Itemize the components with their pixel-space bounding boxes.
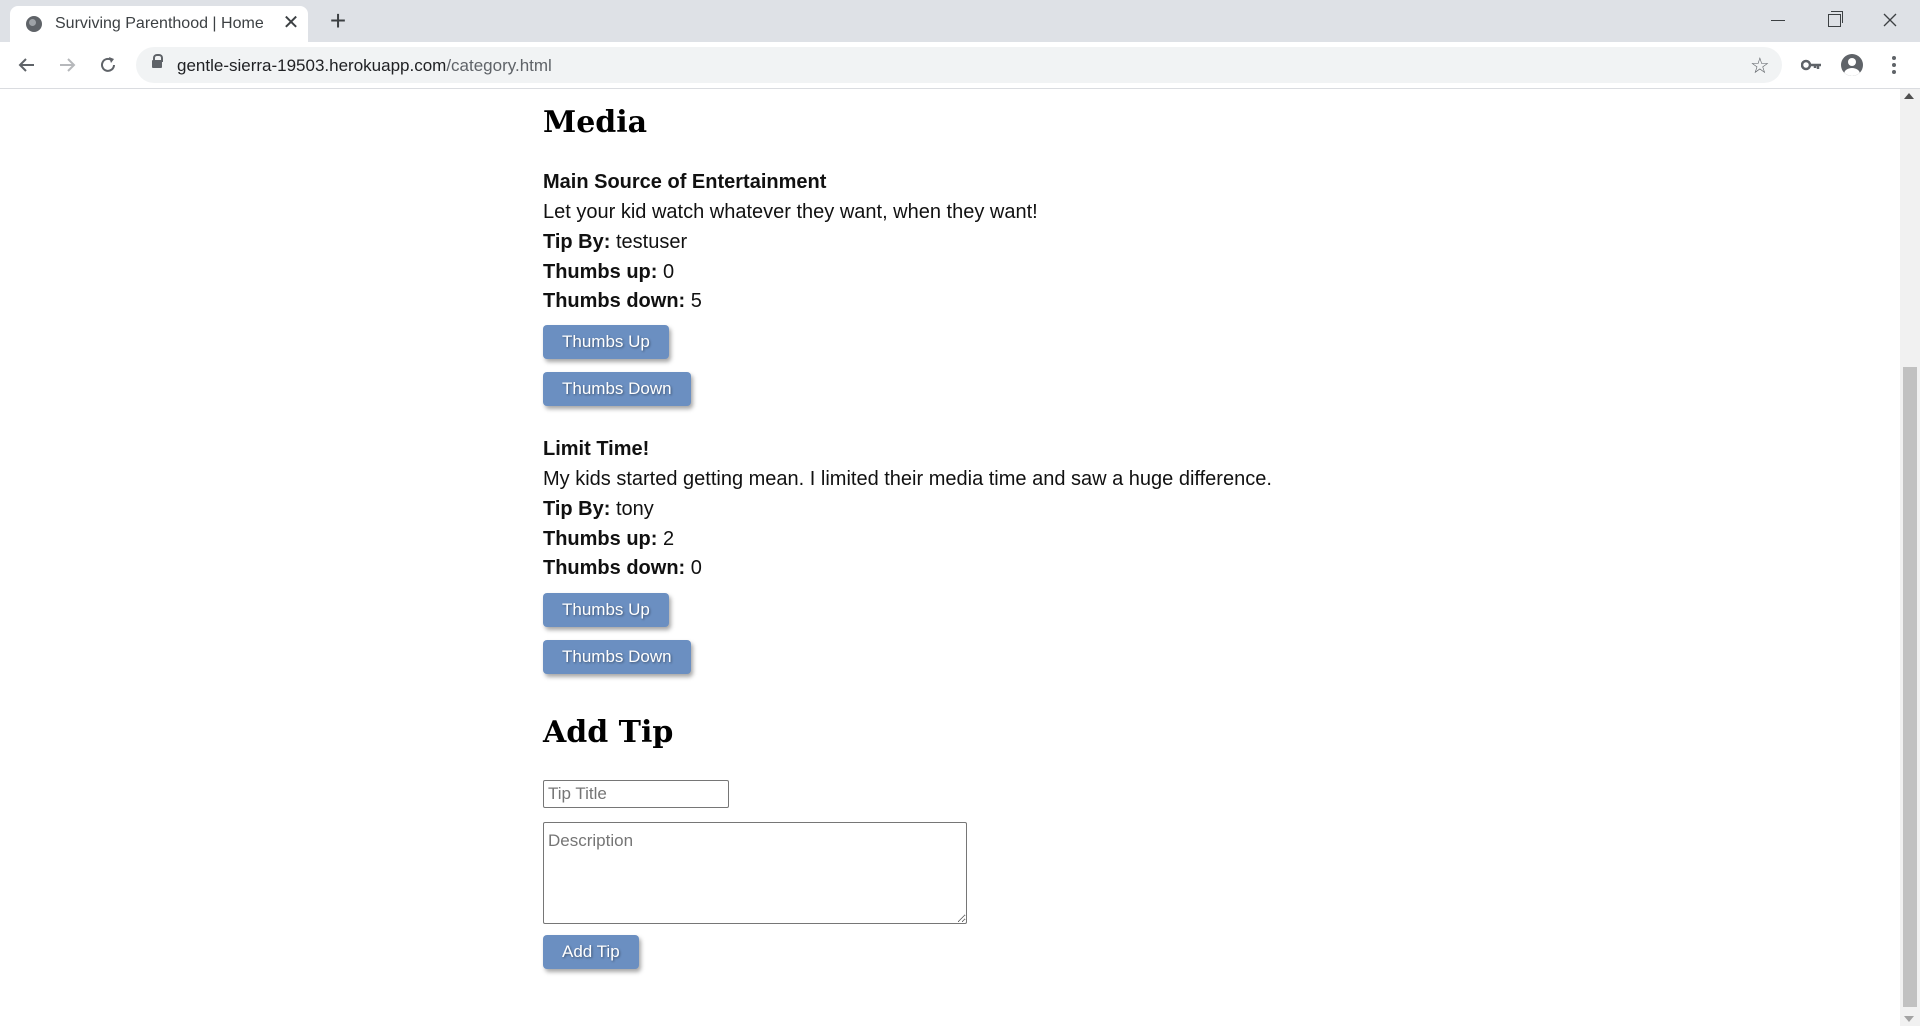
close-tab-icon[interactable]: ✕ <box>280 12 302 34</box>
thumbs-down-label: Thumbs down: <box>543 290 686 312</box>
back-button[interactable] <box>13 51 41 79</box>
tip-description-textarea[interactable] <box>543 822 967 924</box>
thumbs-up-line: Thumbs up: 0 <box>543 261 674 284</box>
new-tab-button[interactable]: + <box>324 7 352 36</box>
url-host: gentle-sierra-19503.herokuapp.com <box>177 56 447 75</box>
close-window-button[interactable] <box>1862 0 1918 40</box>
reload-button[interactable] <box>94 51 122 79</box>
browser-toolbar: gentle-sierra-19503.herokuapp.com/catego… <box>0 42 1920 89</box>
arrow-right-icon <box>60 58 76 72</box>
thumbs-down-line: Thumbs down: 0 <box>543 557 702 580</box>
thumbs-down-button[interactable]: Thumbs Down <box>543 640 691 674</box>
scroll-down-arrow-icon[interactable] <box>1904 1016 1914 1022</box>
thumbs-down-line: Thumbs down: 5 <box>543 290 702 313</box>
page-viewport: Media Main Source of Entertainment Let y… <box>0 89 1900 1026</box>
arrow-left-icon <box>18 58 34 72</box>
avatar-icon <box>1841 54 1863 76</box>
lock-icon[interactable] <box>152 54 163 68</box>
reload-icon <box>101 57 115 72</box>
thumbs-up-button[interactable]: Thumbs Up <box>543 593 669 627</box>
kebab-menu-icon <box>1892 56 1896 74</box>
tab-strip: Surviving Parenthood | Home ✕ + <box>0 0 1920 42</box>
forward-button[interactable] <box>53 51 81 79</box>
thumbs-up-line: Thumbs up: 2 <box>543 528 674 551</box>
tip-description: My kids started getting mean. I limited … <box>543 468 1272 490</box>
tip-title-input[interactable] <box>543 780 729 808</box>
url-path: /category.html <box>446 56 552 75</box>
add-tip-heading: Add Tip <box>543 715 674 750</box>
tip-by-label: Tip By: <box>543 231 611 253</box>
thumbs-down-button[interactable]: Thumbs Down <box>543 372 691 406</box>
tab-title: Surviving Parenthood | Home <box>55 15 264 32</box>
close-icon <box>1883 13 1897 27</box>
restore-icon <box>1827 10 1843 27</box>
browser-tab[interactable]: Surviving Parenthood | Home ✕ <box>10 6 308 42</box>
menu-button[interactable] <box>1880 51 1908 79</box>
bookmark-star-icon[interactable]: ☆ <box>1750 53 1770 79</box>
address-bar[interactable]: gentle-sierra-19503.herokuapp.com/catego… <box>136 47 1782 83</box>
tip-title: Limit Time! <box>543 438 650 460</box>
profile-button[interactable] <box>1838 51 1866 79</box>
key-icon[interactable] <box>1798 51 1826 79</box>
tip-author-line: Tip By: testuser <box>543 231 687 254</box>
thumbs-down-count: 5 <box>690 290 702 312</box>
thumbs-up-count: 2 <box>663 528 675 550</box>
thumbs-up-label: Thumbs up: <box>543 261 658 283</box>
minimize-window-button[interactable] <box>1750 0 1806 40</box>
tip-author: tony <box>615 498 654 520</box>
thumbs-up-label: Thumbs up: <box>543 528 658 550</box>
tip-author: testuser <box>615 231 688 253</box>
category-title: Media <box>543 105 648 140</box>
add-tip-button[interactable]: Add Tip <box>543 935 639 969</box>
scroll-thumb[interactable] <box>1903 367 1917 1007</box>
thumbs-up-count: 0 <box>663 261 675 283</box>
scroll-up-arrow-icon[interactable] <box>1904 93 1914 99</box>
globe-icon <box>26 16 42 32</box>
thumbs-up-button[interactable]: Thumbs Up <box>543 325 669 359</box>
tip-title: Main Source of Entertainment <box>543 171 827 193</box>
restore-window-button[interactable] <box>1806 0 1862 40</box>
thumbs-down-count: 0 <box>690 557 702 579</box>
thumbs-down-label: Thumbs down: <box>543 557 686 579</box>
url-text[interactable]: gentle-sierra-19503.herokuapp.com/catego… <box>177 56 552 76</box>
tip-by-label: Tip By: <box>543 498 611 520</box>
tip-description: Let your kid watch whatever they want, w… <box>543 201 1038 223</box>
minimize-icon <box>1771 19 1785 21</box>
tip-author-line: Tip By: tony <box>543 498 654 521</box>
passwords-key-icon <box>1800 59 1821 71</box>
page-scrollbar[interactable] <box>1900 89 1920 1026</box>
